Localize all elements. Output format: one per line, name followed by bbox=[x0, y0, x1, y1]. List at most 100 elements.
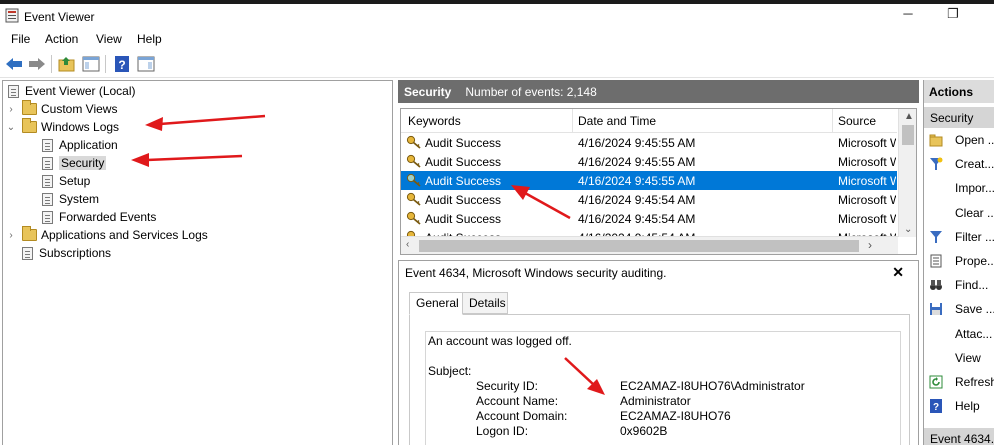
actions-section-security[interactable]: Security bbox=[924, 107, 994, 128]
cell-source: Microsoft W bbox=[838, 155, 896, 169]
action-item[interactable]: Attac... bbox=[924, 322, 994, 346]
actions-section-event[interactable]: Event 4634... bbox=[924, 428, 994, 445]
log-name: Security bbox=[404, 84, 452, 99]
folder-up-icon[interactable] bbox=[57, 54, 77, 74]
title-bar bbox=[0, 4, 994, 30]
menu-action[interactable]: Action bbox=[45, 32, 78, 46]
tree-item-application[interactable]: Application bbox=[6, 136, 208, 154]
action-label: Clear ... bbox=[955, 205, 994, 220]
cell-date-time: 4/16/2024 9:45:54 AM bbox=[578, 193, 696, 207]
tree-item-custom-views[interactable]: › Custom Views bbox=[6, 100, 208, 118]
event-detail-title: Event 4634, Microsoft Windows security a… bbox=[405, 266, 667, 280]
cell-keywords: Audit Success bbox=[425, 212, 502, 226]
tree-item-label: Subscriptions bbox=[39, 246, 112, 260]
key-icon bbox=[406, 173, 421, 187]
console-tree: Event Viewer (Local) › Custom Views ⌄ Wi… bbox=[2, 80, 393, 445]
cell-source: Microsoft W bbox=[838, 174, 896, 188]
column-divider[interactable] bbox=[572, 109, 573, 133]
chevron-right-icon[interactable]: › bbox=[6, 104, 16, 115]
action-pane-icon[interactable] bbox=[136, 54, 156, 74]
tree-root[interactable]: Event Viewer (Local) bbox=[6, 82, 208, 100]
action-label: Attac... bbox=[955, 326, 993, 341]
action-item[interactable]: View bbox=[924, 346, 994, 370]
field-value: EC2AMAZ-I8UHO76\Administrator bbox=[620, 379, 805, 393]
folder-icon bbox=[22, 226, 37, 241]
action-item[interactable]: Refresh bbox=[924, 370, 994, 394]
field-value: 0x9602B bbox=[620, 424, 668, 438]
horizontal-scrollbar[interactable]: ‹ › bbox=[401, 236, 898, 254]
log-icon bbox=[42, 156, 53, 170]
scroll-left-icon[interactable]: ‹ bbox=[406, 239, 409, 250]
general-tab-panel: An account was logged off. Subject: Secu… bbox=[409, 314, 910, 445]
cell-source: Microsoft W bbox=[838, 136, 896, 150]
table-row[interactable]: Audit Success 4/16/2024 9:45:54 AM Microso… bbox=[401, 209, 897, 228]
action-item[interactable]: Filter ... bbox=[924, 225, 994, 249]
tree-item-label: Windows Logs bbox=[41, 120, 120, 134]
tree-item-system[interactable]: System bbox=[6, 190, 208, 208]
log-icon bbox=[42, 138, 53, 152]
menu-file[interactable]: File bbox=[11, 32, 30, 46]
column-date-time[interactable]: Date and Time bbox=[578, 114, 656, 128]
action-item[interactable]: Save ... bbox=[924, 297, 994, 321]
action-item[interactable]: Open ... bbox=[924, 128, 994, 152]
save-icon bbox=[930, 303, 942, 316]
console-tree-icon[interactable] bbox=[81, 54, 101, 74]
tree-item-security[interactable]: Security bbox=[6, 154, 208, 172]
action-item[interactable]: Clear ... bbox=[924, 201, 994, 225]
tree-item-windows-logs[interactable]: ⌄ Windows Logs bbox=[6, 118, 208, 136]
tab-details[interactable]: Details bbox=[462, 292, 508, 314]
table-row[interactable]: Audit Success 4/16/2024 9:45:54 AM Microso… bbox=[401, 190, 897, 209]
folder-icon bbox=[22, 100, 37, 115]
chevron-right-icon[interactable]: › bbox=[6, 230, 16, 241]
maximize-button[interactable]: ❐ bbox=[943, 6, 963, 22]
vertical-scrollbar[interactable]: ▲ ⌄ bbox=[898, 109, 916, 237]
event-detail-pane: Event 4634, Microsoft Windows security a… bbox=[398, 260, 919, 445]
column-keywords[interactable]: Keywords bbox=[408, 114, 461, 128]
action-item[interactable]: Creat... bbox=[924, 152, 994, 176]
scroll-right-icon[interactable]: › bbox=[868, 238, 872, 252]
scroll-thumb[interactable] bbox=[902, 125, 914, 145]
help-icon[interactable]: ? bbox=[112, 54, 132, 74]
close-icon[interactable]: ✕ bbox=[892, 264, 904, 281]
tree-item-setup[interactable]: Setup bbox=[6, 172, 208, 190]
tree-item-apps-services[interactable]: › Applications and Services Logs bbox=[6, 226, 208, 244]
action-item[interactable]: Prope... bbox=[924, 249, 994, 273]
scroll-thumb[interactable] bbox=[419, 240, 859, 252]
tab-general[interactable]: General bbox=[409, 292, 463, 315]
cell-keywords: Audit Success bbox=[425, 136, 502, 150]
filter-icon bbox=[930, 230, 942, 243]
open-folder-icon bbox=[929, 134, 943, 147]
action-item[interactable]: ? Help bbox=[924, 394, 994, 418]
action-label: Impor... bbox=[955, 181, 994, 196]
filter-create-icon bbox=[930, 157, 943, 171]
scroll-up-icon[interactable]: ▲ bbox=[904, 111, 914, 122]
forward-arrow-icon[interactable] bbox=[27, 54, 47, 74]
properties-icon bbox=[930, 254, 942, 268]
menu-view[interactable]: View bbox=[96, 32, 122, 46]
column-source[interactable]: Source bbox=[838, 114, 876, 128]
svg-text:?: ? bbox=[933, 402, 939, 413]
log-icon bbox=[42, 210, 53, 224]
tree-item-subscriptions[interactable]: Subscriptions bbox=[6, 244, 208, 262]
back-arrow-icon[interactable] bbox=[4, 54, 24, 74]
action-label: Filter ... bbox=[955, 229, 994, 244]
table-row[interactable]: Audit Success 4/16/2024 9:45:55 AM Microso… bbox=[401, 152, 897, 171]
chevron-down-icon[interactable]: ⌄ bbox=[6, 122, 16, 133]
cell-keywords: Audit Success bbox=[425, 174, 502, 188]
column-divider[interactable] bbox=[832, 109, 833, 133]
field-label: Logon ID: bbox=[476, 424, 529, 438]
event-message-box[interactable]: An account was logged off. Subject: Secu… bbox=[425, 331, 901, 445]
menu-help[interactable]: Help bbox=[137, 32, 162, 46]
actions-header: Actions bbox=[924, 80, 994, 103]
event-message: An account was logged off. bbox=[428, 334, 572, 348]
cell-date-time: 4/16/2024 9:45:55 AM bbox=[578, 174, 696, 188]
folder-icon bbox=[22, 118, 37, 133]
action-item[interactable]: Impor... bbox=[924, 176, 994, 200]
table-row[interactable]: Audit Success 4/16/2024 9:45:55 AM Microso… bbox=[401, 133, 897, 152]
minimize-button[interactable]: ─ bbox=[898, 6, 918, 21]
tree-item-label: Setup bbox=[59, 174, 91, 188]
scroll-down-icon[interactable]: ⌄ bbox=[904, 224, 912, 235]
action-item[interactable]: Find... bbox=[924, 273, 994, 297]
table-row[interactable]: Audit Success 4/16/2024 9:45:55 AM Microso… bbox=[401, 171, 897, 190]
tree-item-forwarded-events[interactable]: Forwarded Events bbox=[6, 208, 208, 226]
